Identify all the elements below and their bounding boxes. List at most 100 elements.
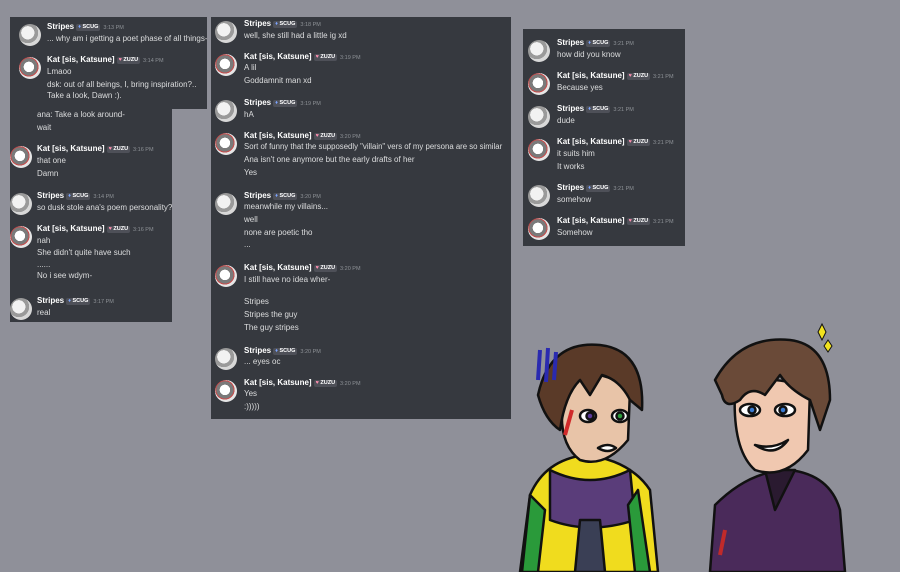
message-line: ... why am i getting a poet phase of all… [47,34,207,43]
author-name[interactable]: Kat [sis, Katsune] [37,224,105,233]
message-line: Because yes [557,83,603,92]
author-name[interactable]: Stripes [244,98,271,107]
stripes-avatar[interactable] [528,106,550,128]
timestamp: 3:20 PM [340,381,361,387]
kat-avatar[interactable] [19,57,41,79]
role-tag[interactable]: ♥ ZUZU [106,146,131,153]
author-name[interactable]: Stripes [244,191,271,200]
role-tag[interactable]: ♦ SCUG [66,193,91,200]
role-tag[interactable]: ♦ SCUG [66,298,91,305]
message-line: No i see wdym- [37,271,93,280]
timestamp: 3:20 PM [300,194,321,200]
sparkle-icon [817,322,827,342]
stripes-avatar[interactable] [10,298,32,320]
author-name[interactable]: Stripes [37,296,64,305]
author-name[interactable]: Kat [sis, Katsune] [557,71,625,80]
message-header: Kat [sis, Katsune] ♥ ZUZU 3:14 PM [47,55,164,66]
message-line: It works [557,162,585,171]
author-name[interactable]: Kat [sis, Katsune] [244,131,312,140]
message-line: :))))) [244,402,260,411]
stripes-avatar[interactable] [19,24,41,46]
role-tag[interactable]: ♥ ZUZU [116,57,141,64]
role-tag[interactable]: ♦ SCUG [76,24,101,31]
timestamp: 3:17 PM [93,299,114,305]
role-tag[interactable]: ♦ SCUG [273,21,298,28]
message-header: Stripes ♦ SCUG 3:20 PM [244,191,321,202]
author-name[interactable]: Kat [sis, Katsune] [557,216,625,225]
stripes-avatar[interactable] [528,185,550,207]
chat-panel-4: Stripes ♦ SCUG 3:21 PM how did you know Ka… [523,29,685,246]
author-name[interactable]: Kat [sis, Katsune] [244,263,312,272]
stripes-avatar[interactable] [528,40,550,62]
role-tag[interactable]: ♦ SCUG [273,193,298,200]
message-header: Stripes ♦ SCUG 3:19 PM [244,98,321,109]
role-tag[interactable]: ♦ SCUG [586,106,611,113]
author-name[interactable]: Stripes [557,183,584,192]
kat-avatar[interactable] [10,146,32,168]
role-tag[interactable]: ♥ ZUZU [313,133,338,140]
author-name[interactable]: Stripes [557,104,584,113]
message-line: so dusk stole ana's poem personality? [37,203,172,212]
message-line: none are poetic tho [244,228,313,237]
role-tag[interactable]: ♦ SCUG [586,185,611,192]
kat-avatar[interactable] [215,133,237,155]
stripes-avatar[interactable] [215,193,237,215]
heart-icon: ♥ [315,380,319,386]
stripes-avatar[interactable] [215,100,237,122]
message-header: Stripes ♦ SCUG 3:18 PM [244,19,321,30]
role-tag[interactable]: ♥ ZUZU [313,54,338,61]
message-line: Yes [244,389,258,398]
heart-icon: ♥ [315,265,319,271]
role-tag[interactable]: ♥ ZUZU [626,218,651,225]
message-header: Stripes ♦ SCUG 3:17 PM [37,296,114,307]
author-name[interactable]: Stripes [47,22,74,31]
timestamp: 3:14 PM [143,58,164,64]
stripes-avatar[interactable] [215,21,237,43]
role-tag[interactable]: ♦ SCUG [586,40,611,47]
drop-icon: ♦ [275,100,278,106]
drop-icon: ♦ [588,40,591,46]
role-tag[interactable]: ♥ ZUZU [313,380,338,387]
kat-avatar[interactable] [528,73,550,95]
drop-icon: ♦ [275,193,278,199]
role-tag[interactable]: ♥ ZUZU [106,226,131,233]
message-header: Kat [sis, Katsune] ♥ ZUZU 3:19 PM [244,52,361,63]
kat-avatar[interactable] [215,54,237,76]
kat-avatar[interactable] [215,265,237,287]
stripes-avatar[interactable] [10,193,32,215]
message-header: Kat [sis, Katsune] ♥ ZUZU 3:20 PM [244,263,361,274]
role-tag[interactable]: ♥ ZUZU [313,265,338,272]
timestamp: 3:21 PM [613,107,634,113]
message-header: Kat [sis, Katsune] ♥ ZUZU 3:16 PM [37,144,154,155]
timestamp: 3:19 PM [300,101,321,107]
author-name[interactable]: Stripes [244,19,271,28]
message-header: Stripes ♦ SCUG 3:21 PM [557,38,634,49]
message-line: ... [244,240,251,249]
message-header: Kat [sis, Katsune] ♥ ZUZU 3:20 PM [244,131,361,142]
stripes-avatar[interactable] [215,348,237,370]
author-name[interactable]: Stripes [244,346,271,355]
role-tag[interactable]: ♦ SCUG [273,100,298,107]
character-illustration [518,322,847,572]
author-name[interactable]: Kat [sis, Katsune] [244,378,312,387]
author-name[interactable]: Kat [sis, Katsune] [557,137,625,146]
author-name[interactable]: Kat [sis, Katsune] [37,144,105,153]
kat-avatar[interactable] [215,380,237,402]
role-tag[interactable]: ♥ ZUZU [626,139,651,146]
kat-avatar[interactable] [528,218,550,240]
message-line: Goddamnit man xd [244,76,312,85]
kat-avatar[interactable] [528,139,550,161]
author-name[interactable]: Kat [sis, Katsune] [47,55,115,64]
role-tag[interactable]: ♥ ZUZU [626,73,651,80]
author-name[interactable]: Kat [sis, Katsune] [244,52,312,61]
character-right [708,338,847,572]
message-line: Sort of funny that the supposedly "villa… [244,142,503,151]
heart-icon: ♥ [628,139,632,145]
timestamp: 3:19 PM [340,55,361,61]
kat-avatar[interactable] [10,226,32,248]
message-header: Kat [sis, Katsune] ♥ ZUZU 3:20 PM [244,378,361,389]
chat-panel-2: ana: Take a look around- wait Kat [sis, … [10,109,172,322]
author-name[interactable]: Stripes [557,38,584,47]
author-name[interactable]: Stripes [37,191,64,200]
role-tag[interactable]: ♦ SCUG [273,348,298,355]
